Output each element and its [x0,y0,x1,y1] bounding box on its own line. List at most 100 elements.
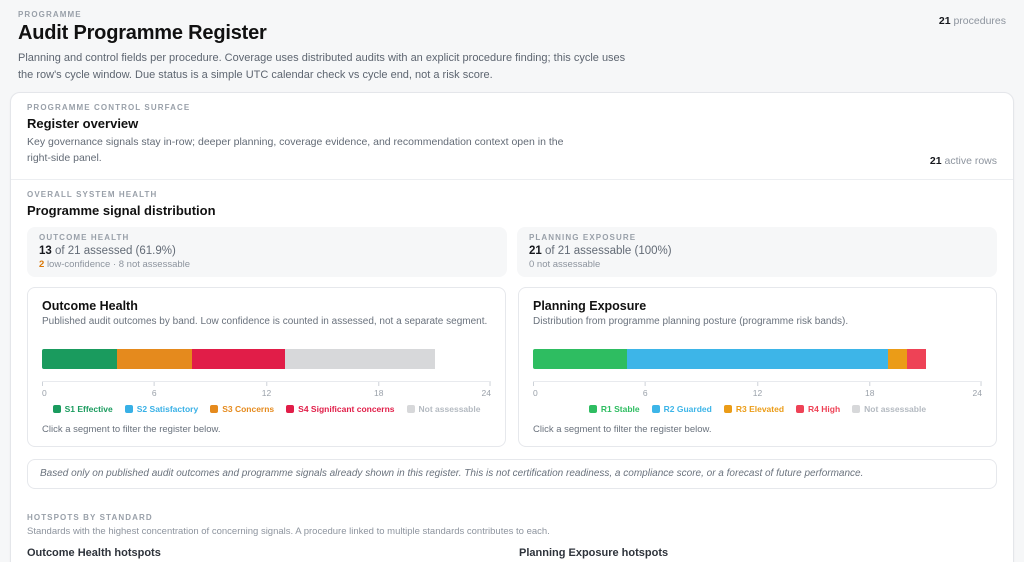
chart-footnote: Click a segment to filter the register b… [42,423,221,435]
outcome-stat-note: 2 low-confidence · 8 not assessable [39,259,495,270]
tick-label: 6 [151,387,157,398]
legend-label: R3 Elevated [735,403,785,414]
active-rows-label: active rows [944,154,997,167]
hotspots-columns: Outcome Health hotspots ISO 9001:2015Cri… [27,547,997,562]
planning-stat-value: 21 [529,244,542,257]
legend-label: R2 Guarded [663,403,712,414]
legend-label: R4 High [808,403,841,414]
page-description: Planning and control fields per procedur… [18,52,626,81]
legend-item-s3-concerns: S3 Concerns [210,404,274,414]
tick-label: 0 [533,387,538,398]
legend: R1 Stable R2 Guarded R3 Elevated R4 High Not… [533,404,982,414]
page-header: PROGRAMME Audit Programme Register Plann… [0,0,1024,92]
outcome-stat-label: OUTCOME HEALTH [39,232,130,242]
chart-subtitle: Published audit outcomes by band. Low co… [42,315,488,327]
x-axis: 0 6 12 18 24 [42,380,491,398]
tick-label: 12 [261,387,272,398]
hotspots-subtitle: Standards with the highest concentration… [27,525,550,537]
planning-stat-note-rest: 0 not assessable [529,258,601,270]
bar-segment-r2-guarded[interactable] [626,348,889,369]
legend: S1 Effective S2 Satisfactory S3 Concerns S4… [42,404,491,414]
bar-segment-r3-elevated[interactable] [888,348,908,369]
legend-label: S3 Concerns [222,403,275,414]
system-health-section: OVERALL SYSTEM HEALTH Programme signal d… [11,180,1013,499]
outcome-hotspots-column: Outcome Health hotspots ISO 9001:2015Cri… [27,547,505,562]
page-header-text: PROGRAMME Audit Programme Register Plann… [18,10,638,83]
legend-item-not-assessable: Not assessable [852,404,926,414]
planning-exposure-stat: PLANNING EXPOSURE 21 of 21 assessable (1… [517,226,997,277]
legend-label: S4 Significant concerns [298,403,395,414]
planning-stat-label: PLANNING EXPOSURE [529,232,637,242]
legend-label: Not assessable [864,403,927,414]
tick-label: 6 [642,387,648,398]
tick-label: 24 [972,387,982,398]
legend-item-r4-high: R4 High [796,404,840,414]
legend-label: Not assessable [418,403,481,414]
register-overview-section: PROGRAMME CONTROL SURFACE Register overv… [11,93,1013,180]
bar-segment-r4-high[interactable] [907,348,926,369]
legend-swatch [796,404,805,413]
tick-mark [644,381,646,386]
tick-mark [378,381,380,386]
tick-mark [266,381,267,386]
tick-label: 12 [752,387,763,398]
active-rows-count: 21 active rows [930,155,997,167]
legend-item-s4-significant-concerns: S4 Significant concerns [286,403,395,414]
x-axis-tick: 0 [42,381,47,398]
procedures-count: 21 procedures [939,15,1006,83]
bar-segment-r1-stable[interactable] [533,348,627,369]
outcome-stat-value: 13 [39,244,52,257]
bar-segment-not-assessable[interactable] [285,348,435,369]
register-card: PROGRAMME CONTROL SURFACE Register overv… [10,92,1014,562]
planning-hotspots-heading: Planning Exposure hotspots [519,546,669,559]
x-axis: 0 6 12 18 24 [533,380,982,398]
legend-swatch [651,404,660,413]
planning-hotspots-column: Planning Exposure hotspots ISO 9001:2015… [519,547,997,562]
chart-subtitle: Distribution from programme planning pos… [533,315,849,327]
x-axis-tick: 24 [481,381,491,398]
planning-stat-note: 0 not assessable [529,259,985,270]
chart-footnote: Click a segment to filter the register b… [533,423,712,435]
tick-label: 0 [42,387,47,398]
tick-mark [757,381,758,386]
register-overview-text: PROGRAMME CONTROL SURFACE Register overv… [27,103,587,167]
bar-track [533,348,982,369]
active-rows-value: 21 [929,154,942,167]
x-axis-tick: 6 [151,381,157,398]
legend-label: S2 Satisfactory [136,403,199,414]
chart-title: Planning Exposure [533,298,647,313]
x-axis-tick: 18 [374,381,383,398]
system-health-eyebrow: OVERALL SYSTEM HEALTH [27,189,158,199]
legend-swatch [52,404,61,413]
planning-exposure-chart-card: Planning Exposure Distribution from prog… [518,286,997,447]
hotspots-eyebrow: HOTSPOTS BY STANDARD [27,512,153,522]
tick-label: 24 [481,387,491,398]
charts-row: Outcome Health Published audit outcomes … [27,286,997,447]
overview-eyebrow: PROGRAMME CONTROL SURFACE [27,103,191,112]
tick-mark [869,381,871,386]
x-axis-tick: 12 [261,381,272,398]
planning-stat-value-line: 21 of 21 assessable (100%) [529,245,985,257]
legend-swatch [210,404,219,413]
outcome-stat-note-highlight: 2 [39,258,45,270]
tick-mark [533,381,534,386]
procedures-count-label: procedures [953,15,1006,27]
tick-mark [153,381,155,386]
legend-item-r2-guarded: R2 Guarded [651,403,712,414]
bar-segment-s1-effective[interactable] [42,348,117,369]
tick-label: 18 [865,387,875,398]
x-axis-tick: 0 [533,381,538,398]
outcome-stat-note-rest: low-confidence · 8 not assessable [46,258,191,270]
legend-label: R1 Stable [600,403,640,414]
summary-stats-row: OUTCOME HEALTH 13 of 21 assessed (61.9%)… [27,226,997,277]
legend-swatch [406,404,415,413]
x-axis-tick: 24 [972,381,982,398]
legend-swatch [588,404,597,413]
outcome-health-chart-card: Outcome Health Published audit outcomes … [27,286,506,447]
procedures-count-value: 21 [938,15,951,27]
legend-item-s1-effective: S1 Effective [52,404,113,414]
bar-segment-s4-significant-concerns[interactable] [191,348,286,369]
bar-track [42,348,491,369]
bar-segment-s3-concerns[interactable] [116,348,192,369]
legend-swatch [852,404,861,413]
